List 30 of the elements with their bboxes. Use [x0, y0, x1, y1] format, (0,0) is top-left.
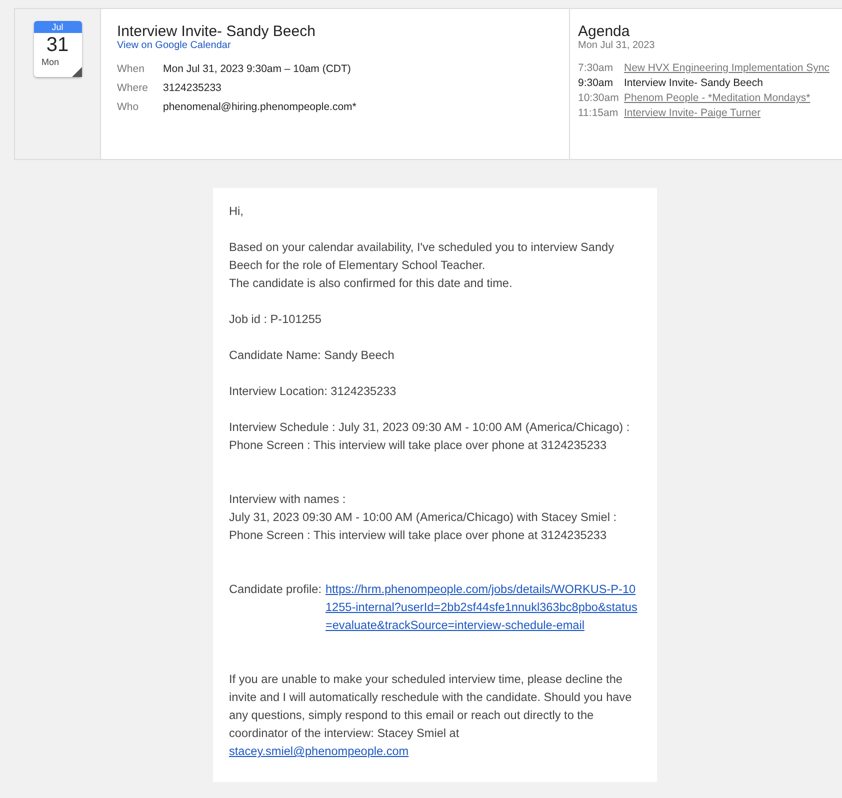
agenda-time: 11:15am [578, 106, 620, 120]
email-link[interactable]: https://hrm.phenompeople.com/jobs/details/WORKUS-P-101255-internal?userId=2bb2sf44sfe1nnukl363bc8pbo&status=evaluate&trackSource=interview-schedule-email [325, 580, 641, 634]
agenda-title: Agenda [578, 23, 631, 40]
email-paragraph: Job id : P-101255 [229, 311, 322, 328]
agenda-time: 7:30am [578, 61, 614, 75]
calendar-date-icon: Jul 31 Mon [34, 21, 82, 77]
email-paragraph: Interview with names : July 31, 2023 09:30 AM - 10:00 AM (America/Chicago) with Stacey Smiel : Phone Screen : This interview will take place over phone at 3124235233 [229, 491, 618, 544]
agenda-event-link[interactable]: Phenom People - *Meditation Mondays* [624, 91, 834, 105]
email-paragraph: If you are unable to make your scheduled interview time, please decline the invite and I will automatically reschedule with the candidate. Should you have any questions, simply respond to this email or reach out directly to the coordinator of the interview: Stacey Smiel at stacey.smiel@phenompeople.com [229, 671, 633, 760]
detail-label: Who [117, 101, 140, 113]
agenda-event-link[interactable]: New HVX Engineering Implementation Sync [624, 61, 834, 75]
email-paragraph: Interview Location: 3124235233 [229, 383, 398, 400]
agenda-event: Interview Invite- Sandy Beech [624, 76, 764, 90]
agenda-time: 10:30am [578, 91, 620, 105]
email-paragraph: Candidate profile: [229, 581, 322, 598]
detail-label: Where [117, 82, 149, 94]
detail-value: phenomenal@hiring.phenompeople.com* [163, 101, 358, 113]
email-paragraph: Interview Schedule : July 31, 2023 09:30 AM - 10:00 AM (America/Chicago) : Phone Screen : This interview will take place over phone at 3124235233 [229, 419, 631, 454]
agenda-time: 9:30am [578, 76, 614, 90]
detail-label: When [117, 63, 146, 75]
detail-value: 3124235233 [163, 82, 222, 94]
agenda-event-link[interactable]: Interview Invite- Paige Turner [624, 106, 834, 120]
email-paragraph: Candidate Name: Sandy Beech [229, 347, 396, 364]
email-paragraph: Hi, [229, 203, 244, 220]
detail-value: Mon Jul 31, 2023 9:30am – 10am (CDT) [163, 63, 352, 75]
view-calendar-link[interactable]: View on Google Calendar [117, 40, 553, 51]
email-paragraph: Based on your calendar availability, I've scheduled you to interview Sandy Beech for the role of Elementary School Teacher. The candidate is also confirmed for this date and time. [229, 239, 615, 292]
agenda-date: Mon Jul 31, 2023 [578, 40, 656, 51]
event-title: Interview Invite- Sandy Beech [117, 23, 316, 40]
email-link[interactable]: stacey.smiel@phenompeople.com [229, 744, 409, 758]
